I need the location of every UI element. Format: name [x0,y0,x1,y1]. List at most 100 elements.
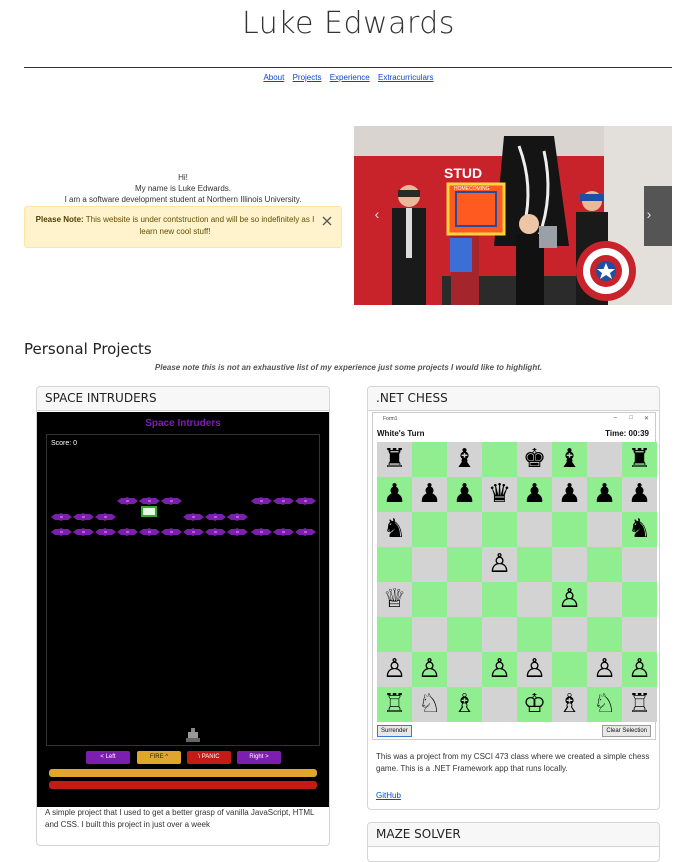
alien-icon [205,523,226,536]
chess-square[interactable] [412,582,447,617]
chess-square[interactable] [517,512,552,547]
chess-square[interactable]: ♚ [517,442,552,477]
clear-selection-button[interactable]: Clear Selection [602,725,651,737]
alert-label: Please Note: [35,215,84,224]
chess-square[interactable] [587,617,622,652]
chess-square[interactable]: ♟ [377,477,412,512]
nav-extracurriculars-link[interactable]: Extracurriculars [378,73,434,82]
minimize-icon[interactable]: – [614,415,617,421]
chess-square[interactable] [377,617,412,652]
alien-icon [161,523,182,536]
chess-square[interactable] [587,582,622,617]
maximize-icon[interactable]: □ [629,415,633,421]
chess-square[interactable] [447,617,482,652]
chess-square[interactable]: ♟ [447,477,482,512]
carousel-next-icon[interactable]: › [642,206,656,226]
chess-square[interactable] [412,547,447,582]
game-title: Space Intruders [145,418,221,429]
chess-square[interactable]: ♞ [622,512,657,547]
chess-square[interactable]: ♙ [482,652,517,687]
chess-square[interactable]: ♗ [447,687,482,722]
chess-square[interactable] [587,512,622,547]
chess-square[interactable] [517,617,552,652]
chess-square[interactable]: ♙ [552,582,587,617]
nav-experience-link[interactable]: Experience [330,73,370,82]
chess-square[interactable] [447,652,482,687]
chess-square[interactable] [482,582,517,617]
photo-frame-text: HOMECOMING [454,186,490,192]
chess-square[interactable] [412,442,447,477]
construction-alert: Please Note: This website is under conts… [24,206,342,248]
panic-button[interactable]: \ PANIC [187,751,231,764]
chess-square[interactable] [622,617,657,652]
space-intruders-description: A simple project that I used to get a be… [45,808,315,829]
chess-square[interactable]: ♘ [587,687,622,722]
chess-square[interactable]: ♗ [552,687,587,722]
chess-square[interactable]: ♟ [517,477,552,512]
chess-square[interactable]: ♝ [552,442,587,477]
chess-square[interactable]: ♟ [622,477,657,512]
space-intruders-game[interactable]: Space Intruders Score: 0 < Left FIRE ^ \… [37,412,329,807]
group-photo: STUD HOMECOMING [354,126,672,305]
chess-square[interactable]: ♟ [552,477,587,512]
chess-square[interactable] [447,547,482,582]
chess-window: Form1 – □ ✕ White's Turn Time: 00:39 ♜ ♝ ♚… [372,412,657,740]
chess-square[interactable]: ♝ [447,442,482,477]
chess-square[interactable]: ♟ [412,477,447,512]
chess-square[interactable] [622,547,657,582]
chess-square[interactable]: ♞ [377,512,412,547]
chess-square[interactable] [587,442,622,477]
chess-square[interactable]: ♖ [622,687,657,722]
maze-solver-card: MAZE SOLVER [367,822,660,862]
chess-square[interactable] [517,547,552,582]
fire-button[interactable]: FIRE ^ [137,751,181,764]
alien-icon [95,523,116,536]
chess-square[interactable]: ♟ [587,477,622,512]
chess-square[interactable]: ♙ [517,652,552,687]
chess-square[interactable] [482,442,517,477]
chess-square[interactable] [482,687,517,722]
chess-square[interactable]: ♙ [622,652,657,687]
alien-icon [273,523,294,536]
chess-square[interactable] [552,617,587,652]
game-field: Score: 0 [46,434,320,746]
chess-square[interactable]: ♙ [377,652,412,687]
space-intruders-title: SPACE INTRUDERS [37,387,329,411]
chess-square[interactable]: ♙ [587,652,622,687]
chess-square[interactable] [412,617,447,652]
chess-square[interactable] [517,582,552,617]
github-link[interactable]: GitHub [376,791,401,800]
chess-square[interactable]: ♙ [412,652,447,687]
nav-projects-link[interactable]: Projects [293,73,322,82]
right-button[interactable]: Right > [237,751,281,764]
chess-square[interactable]: ♖ [377,687,412,722]
chess-square[interactable] [622,582,657,617]
chess-square[interactable] [552,652,587,687]
chess-square[interactable] [412,512,447,547]
chess-square[interactable]: ♘ [412,687,447,722]
chess-square[interactable]: ♜ [377,442,412,477]
chess-square[interactable]: ♛ [482,477,517,512]
chess-square[interactable]: ♜ [622,442,657,477]
chess-square[interactable] [447,582,482,617]
chess-square[interactable] [552,512,587,547]
nav-about-link[interactable]: About [263,73,284,82]
carousel-prev-icon[interactable]: ‹ [370,206,384,226]
intro-greeting: Hi! [178,173,188,182]
close-icon[interactable] [321,215,333,227]
chess-square[interactable]: ♔ [517,687,552,722]
title-divider [24,67,672,68]
chess-square[interactable] [482,617,517,652]
chess-square[interactable] [552,547,587,582]
left-button[interactable]: < Left [86,751,130,764]
alien-icon [117,492,138,505]
close-window-icon[interactable]: ✕ [644,415,649,422]
chess-square[interactable] [482,512,517,547]
chess-square[interactable] [377,547,412,582]
chess-square[interactable]: ♙ [482,547,517,582]
surrender-button[interactable]: Surrender [377,725,412,737]
chess-square[interactable]: ♕ [377,582,412,617]
chess-square[interactable] [587,547,622,582]
health-bar [49,781,317,789]
chess-square[interactable] [447,512,482,547]
